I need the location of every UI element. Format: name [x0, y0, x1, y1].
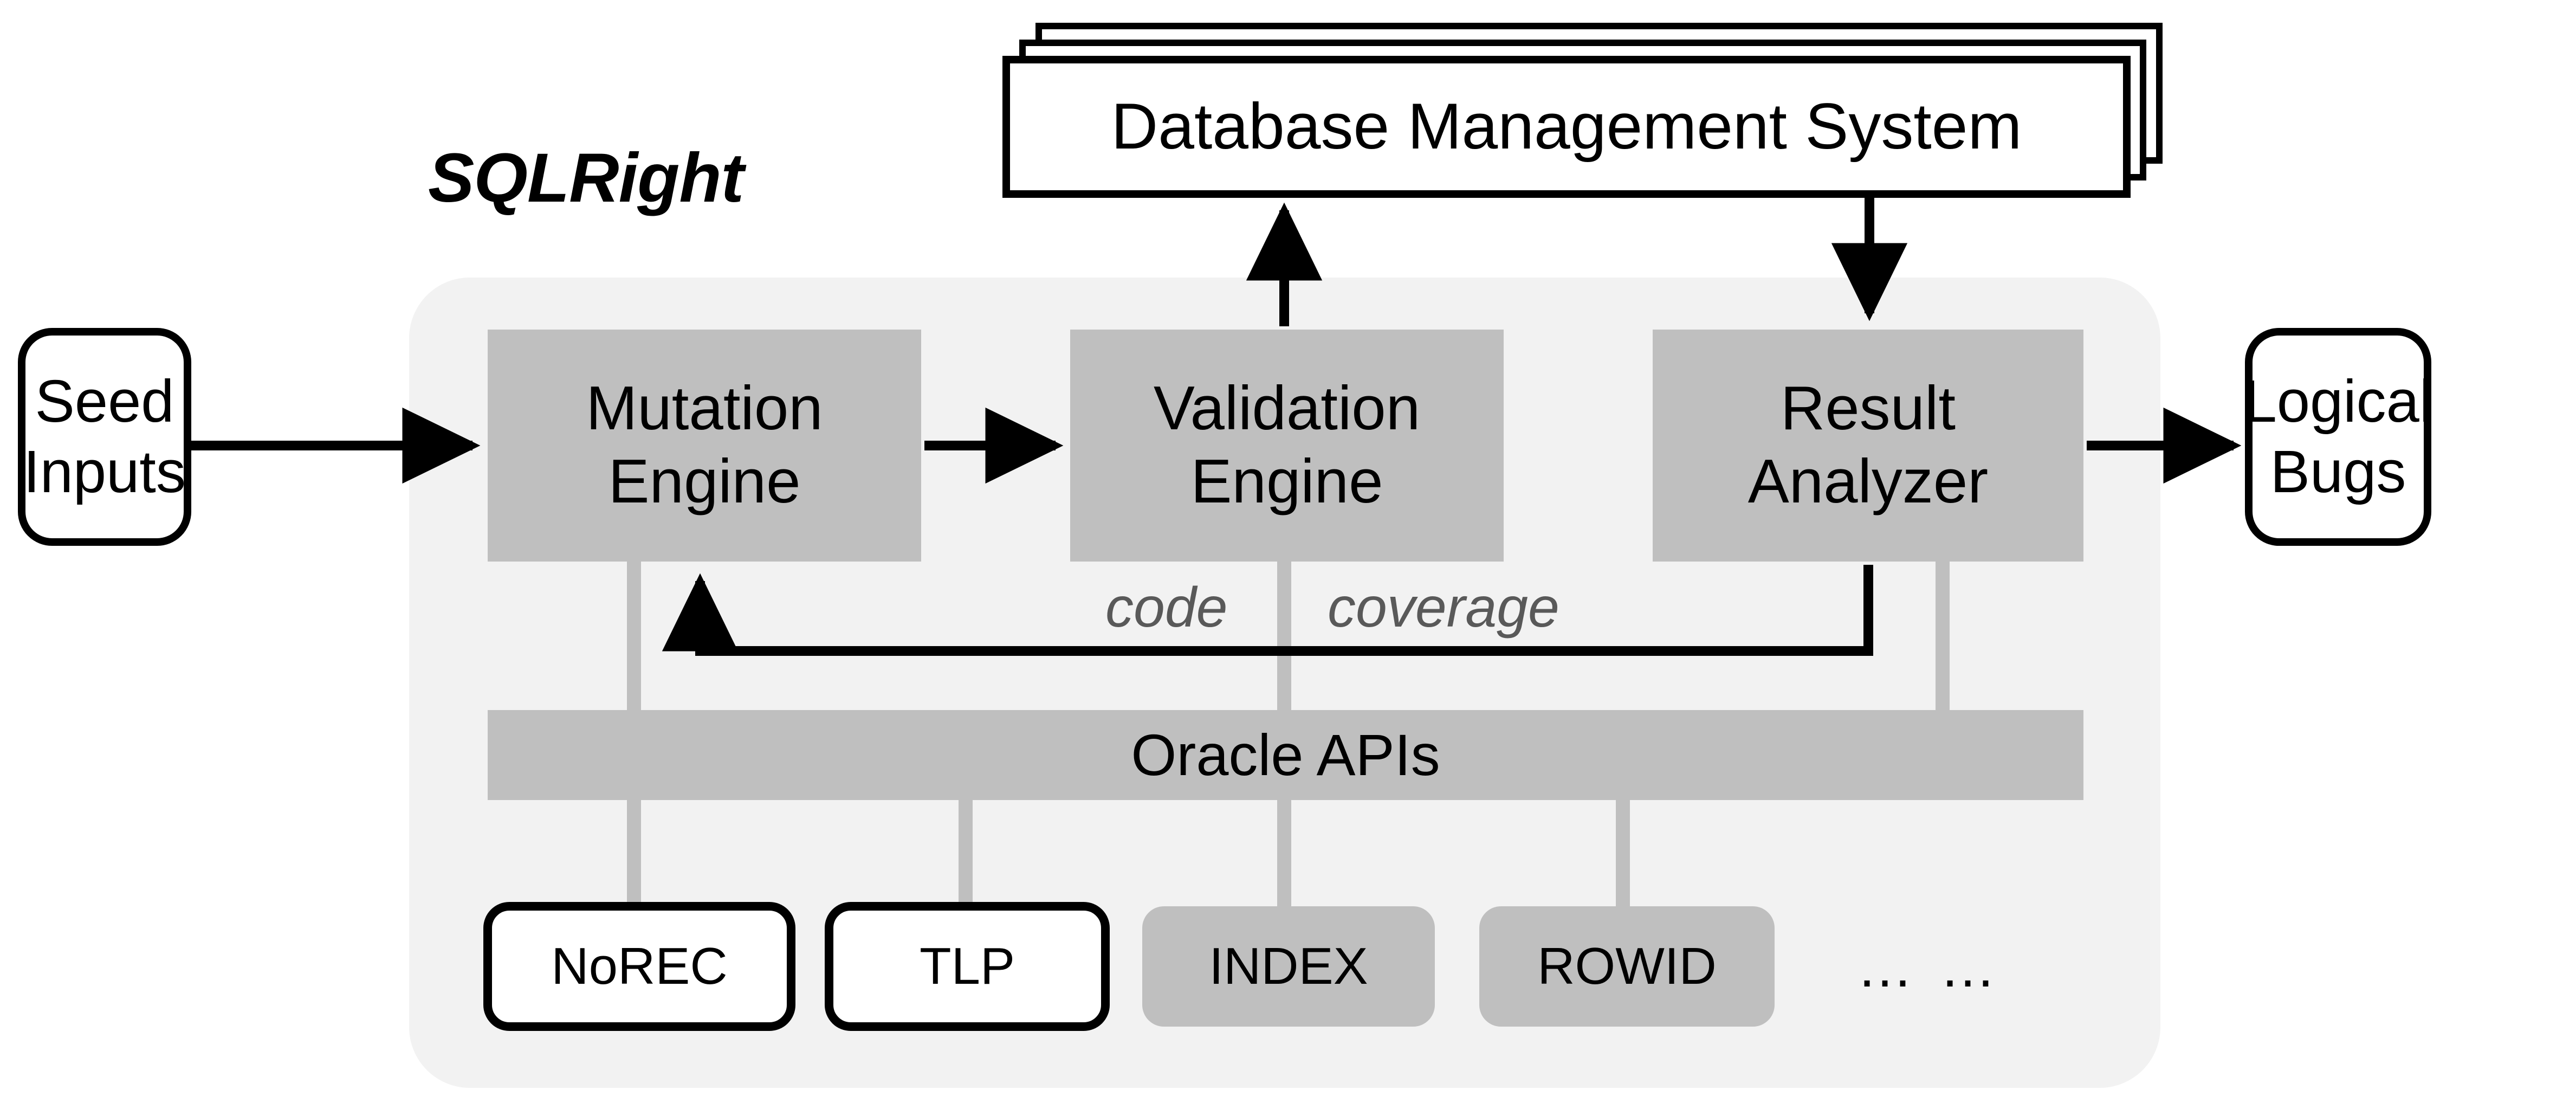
oracle-chip-tlp-box [825, 902, 1110, 1031]
diagram-canvas: SQLRight Database Management System Seed… [0, 0, 2576, 1109]
logical-bugs-box [2245, 328, 2431, 546]
oracle-apis-bar [488, 710, 2083, 800]
result-analyzer-box [1653, 330, 2083, 562]
diagram-vector-layer [18, 23, 2431, 1088]
oracle-chip-rowid-box [1479, 906, 1775, 1027]
dbms-box-front [1002, 56, 2131, 198]
seed-inputs-box [18, 328, 191, 546]
dbms-stack [1002, 23, 2163, 198]
page-title: SQLRight [428, 139, 744, 217]
oracle-chip-index-box [1142, 906, 1435, 1027]
oracle-chip-norec-box [483, 902, 795, 1031]
mutation-engine-box [488, 330, 921, 562]
validation-engine-box [1070, 330, 1504, 562]
